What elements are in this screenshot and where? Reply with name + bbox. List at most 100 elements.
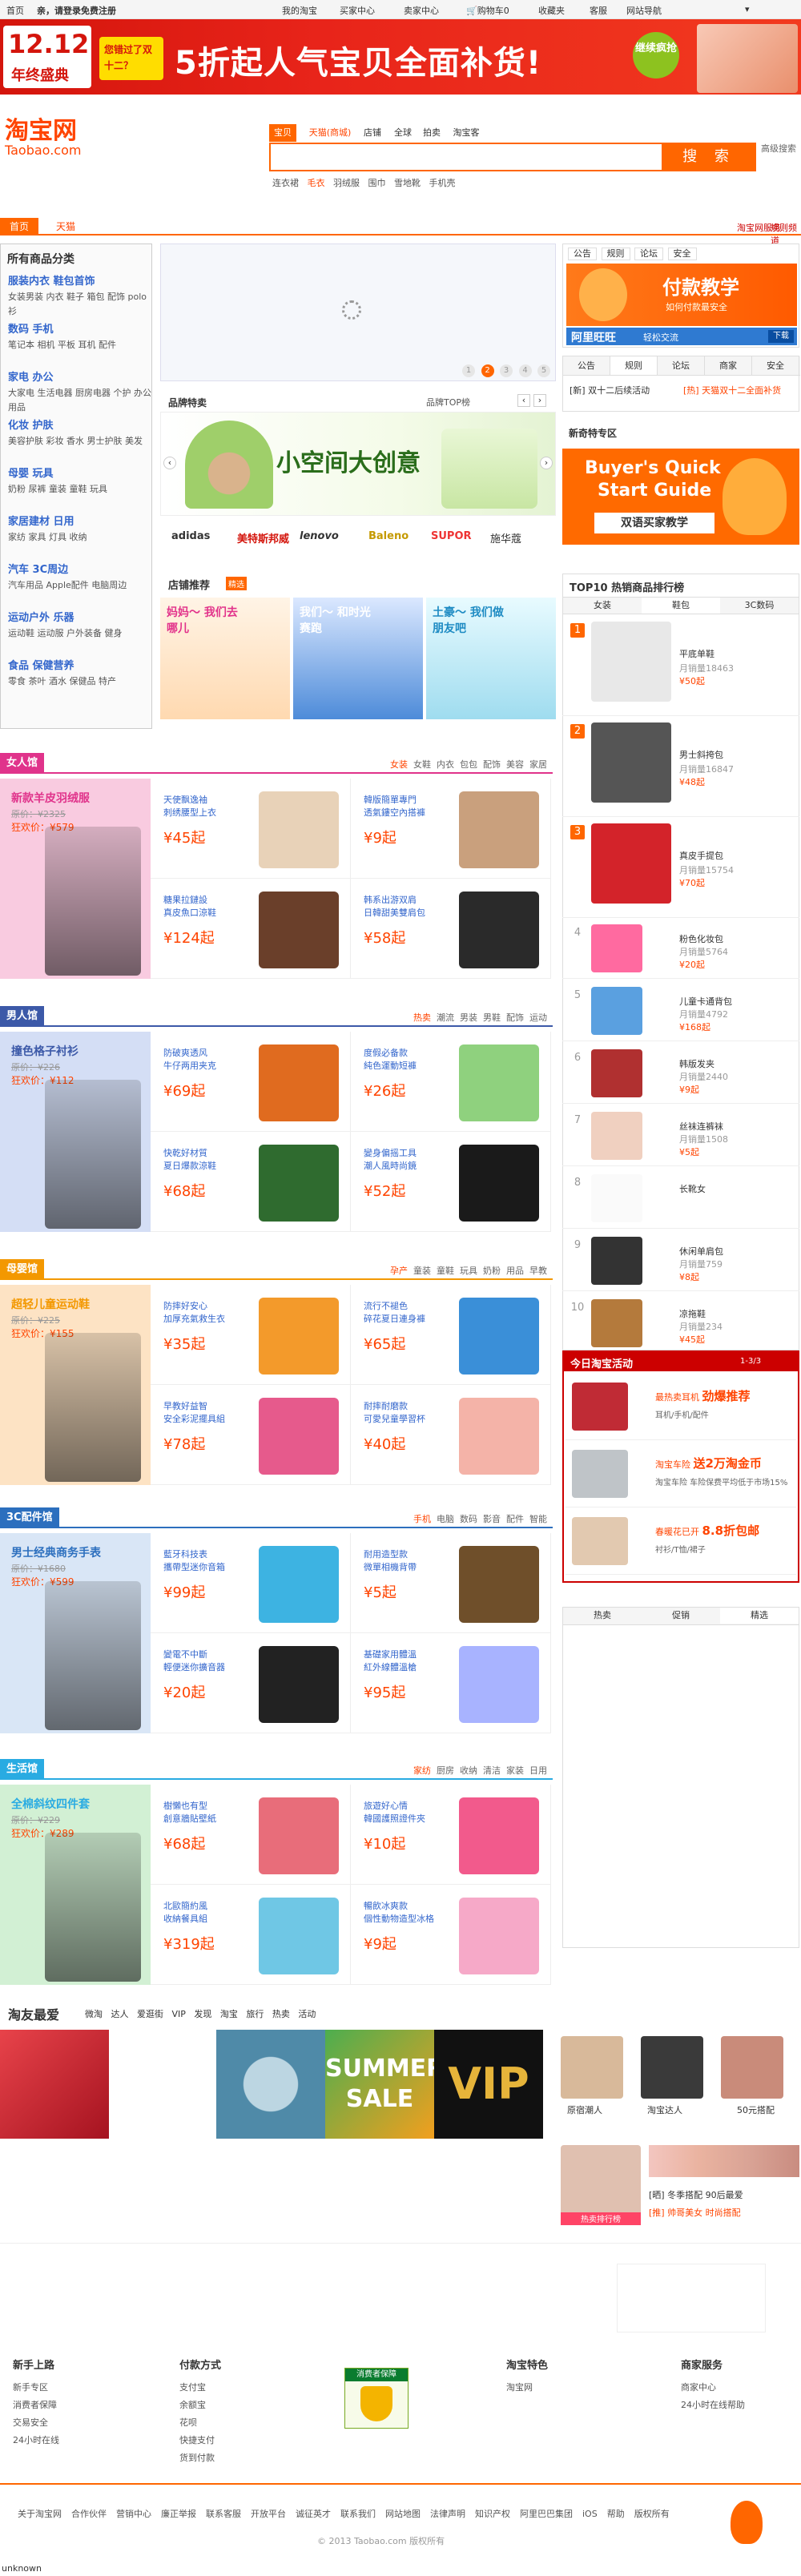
footer-link[interactable]: 花呗: [179, 2416, 197, 2429]
consumer-protection-badge[interactable]: 消费者保障: [344, 2368, 409, 2429]
brand-next-button[interactable]: ›: [533, 394, 546, 407]
section-title[interactable]: 男人馆: [0, 1006, 45, 1027]
seller-center-link[interactable]: 卖家中心: [404, 4, 439, 17]
brand-logo[interactable]: 美特斯邦威: [237, 530, 289, 545]
carousel-dot[interactable]: 1: [462, 364, 475, 377]
section-link[interactable]: 日用: [529, 1765, 547, 1776]
section-link[interactable]: 美容: [506, 759, 524, 770]
friend-avatar[interactable]: [721, 2036, 783, 2099]
section-link[interactable]: 家居: [529, 759, 547, 770]
summer-sale-image[interactable]: SUMMER SALE: [325, 2030, 445, 2139]
hot-search-item[interactable]: 羽绒服: [333, 178, 360, 188]
product-image[interactable]: [591, 1237, 642, 1285]
footer-bottom-link[interactable]: 法律声明: [430, 2509, 465, 2519]
friends-line[interactable]: [晒] 冬季搭配 90后最爱: [649, 2188, 743, 2201]
product-cell[interactable]: 防破爽透风 牛仔两用夹克 ¥69起: [151, 1032, 351, 1132]
hot-search-item[interactable]: 围巾: [368, 178, 386, 188]
product-cell[interactable]: 耐用造型款 微單相機背帶 ¥5起: [351, 1533, 551, 1633]
bottom-tab[interactable]: 热卖: [563, 1608, 642, 1624]
section-link[interactable]: 童装: [413, 1266, 431, 1276]
site-map-link[interactable]: ▾: [745, 4, 750, 14]
brand-logo[interactable]: Baleno: [368, 530, 409, 542]
footer-link[interactable]: 商家中心: [681, 2381, 716, 2393]
section-title[interactable]: 女人馆: [0, 753, 45, 774]
notice-tab[interactable]: 公告: [568, 248, 597, 260]
category-subs[interactable]: 美容护肤 彩妆 香水 男士护肤 美发: [8, 434, 152, 449]
section-link[interactable]: 奶粉: [483, 1266, 501, 1276]
friend-name[interactable]: 淘宝达人: [647, 2103, 682, 2116]
events-pager[interactable]: 1-3/3: [740, 1357, 761, 1366]
category-head[interactable]: 汽车 3C周边: [8, 562, 152, 578]
news-line[interactable]: [新] 双十二后续活动: [570, 384, 650, 396]
top10-item[interactable]: 3 真皮手提包 月销量15754 ¥70起: [562, 817, 799, 918]
service-link[interactable]: 客服: [590, 4, 607, 17]
product-cell[interactable]: 基礎家用體溫 紅外線體溫槍 ¥95起: [351, 1633, 551, 1733]
footer-bottom-link[interactable]: iOS: [582, 2509, 598, 2519]
product-cell[interactable]: 早教好益智 安全彩泥擺具組 ¥78起: [151, 1385, 351, 1485]
hot-search-item[interactable]: 连衣裙: [272, 178, 299, 188]
product-image[interactable]: [591, 622, 671, 702]
product-cell[interactable]: 糖果拉鏈設 真皮魚口涼鞋 ¥124起: [151, 879, 351, 979]
category-group[interactable]: 运动户外 乐器 运动鞋 运动服 户外装备 健身: [8, 610, 152, 641]
footer-link[interactable]: 支付宝: [179, 2381, 206, 2393]
brand-carousel-prev[interactable]: ‹: [163, 457, 176, 469]
friends-tab[interactable]: 活动: [298, 2009, 316, 2019]
product-image[interactable]: [591, 722, 671, 803]
product-cell[interactable]: 北歐簡約風 收納餐具組 ¥319起: [151, 1885, 351, 1985]
section-link[interactable]: 内衣: [437, 759, 454, 770]
brand-carousel-next[interactable]: ›: [540, 457, 553, 469]
top10-tab[interactable]: 3C数码: [720, 598, 799, 614]
event-item[interactable]: 淘宝车险 送2万淘金币 淘宝车险 车险保费平均低于市场15%: [566, 1443, 796, 1507]
section-link[interactable]: 包包: [460, 759, 477, 770]
event-item[interactable]: 最热卖耳机 劲爆推荐 耳机/手机/配件: [566, 1376, 796, 1440]
site-nav-link[interactable]: 网站导航: [626, 4, 662, 17]
featured-product[interactable]: 撞色格子衬衫 原价：¥226 狂欢价：¥112: [0, 1032, 151, 1232]
product-cell[interactable]: 天使飘逸袖 刺绣腰型上衣 ¥45起: [151, 779, 351, 879]
top10-item[interactable]: 2 男士斜挎包 月销量16847 ¥48起: [562, 716, 799, 817]
carousel-dot[interactable]: 5: [537, 364, 550, 377]
featured-product[interactable]: 男士经典商务手表 原价：¥1680 狂欢价：¥599: [0, 1533, 151, 1733]
notice-tab[interactable]: 安全: [667, 248, 697, 260]
nav-tab-tmall[interactable]: 天猫: [50, 218, 82, 235]
brand-prev-button[interactable]: ‹: [517, 394, 530, 407]
product-image[interactable]: [591, 1049, 642, 1097]
section-link[interactable]: 配饰: [506, 1012, 524, 1023]
product-name[interactable]: 丝袜连裤袜: [679, 1120, 723, 1133]
product-cell[interactable]: 韩系出游双肩 日韓甜美雙肩包 ¥58起: [351, 879, 551, 979]
brand-logo[interactable]: adidas: [171, 530, 210, 542]
top10-item[interactable]: 9 休闲单肩包 月销量759 ¥8起: [562, 1230, 799, 1291]
product-image[interactable]: [591, 1112, 642, 1160]
search-tab-auction[interactable]: 拍卖: [420, 124, 444, 142]
footer-bottom-link[interactable]: 开放平台: [251, 2509, 286, 2519]
logo[interactable]: 淘宝网 Taobao.com: [5, 111, 81, 158]
friends-tab[interactable]: 达人: [111, 2009, 129, 2019]
hot-search-item[interactable]: 手机壳: [429, 178, 456, 188]
section-link[interactable]: 运动: [529, 1012, 547, 1023]
featured-product[interactable]: 新款羊皮羽绒服 原价：¥2325 狂欢价：¥579: [0, 779, 151, 979]
friend-name[interactable]: 50元搭配: [737, 2103, 775, 2116]
footer-link[interactable]: 新手专区: [13, 2381, 48, 2393]
product-name[interactable]: 真皮手提包: [679, 849, 723, 862]
featured-product[interactable]: 超轻儿童运动鞋 原价：¥225 狂欢价：¥155: [0, 1285, 151, 1485]
section-link[interactable]: 女鞋: [413, 759, 431, 770]
search-button[interactable]: 搜 索: [662, 143, 756, 171]
section-title[interactable]: 母婴馆: [0, 1259, 45, 1280]
shop-panel-phone[interactable]: 土豪～ 我们做朋友吧: [426, 598, 556, 719]
friend-avatar[interactable]: [641, 2036, 703, 2099]
footer-bottom-link[interactable]: 帮助: [607, 2509, 625, 2519]
top10-item[interactable]: 7 丝袜连裤袜 月销量1508 ¥5起: [562, 1105, 799, 1166]
friends-tab[interactable]: 淘宝: [220, 2009, 238, 2019]
friends-tab[interactable]: 爱逛街: [137, 2009, 163, 2019]
product-name[interactable]: 男士斜挎包: [679, 748, 723, 761]
news-tab[interactable]: 公告: [563, 356, 610, 375]
footer-link[interactable]: 淘宝网: [506, 2381, 533, 2393]
search-tab-global[interactable]: 全球: [391, 124, 415, 142]
pay-tutorial-banner[interactable]: 付款教学 如何付款最安全: [566, 264, 797, 326]
section-link[interactable]: 智能: [529, 1514, 547, 1524]
category-head[interactable]: 家电 办公: [8, 370, 152, 386]
product-image[interactable]: [591, 924, 642, 972]
friend-name[interactable]: 原宿潮人: [567, 2103, 602, 2116]
category-head[interactable]: 家居建材 日用: [8, 514, 152, 530]
section-link[interactable]: 家装: [506, 1765, 524, 1776]
category-subs[interactable]: 大家电 生活电器 厨房电器 个护 办公用品: [8, 386, 152, 415]
